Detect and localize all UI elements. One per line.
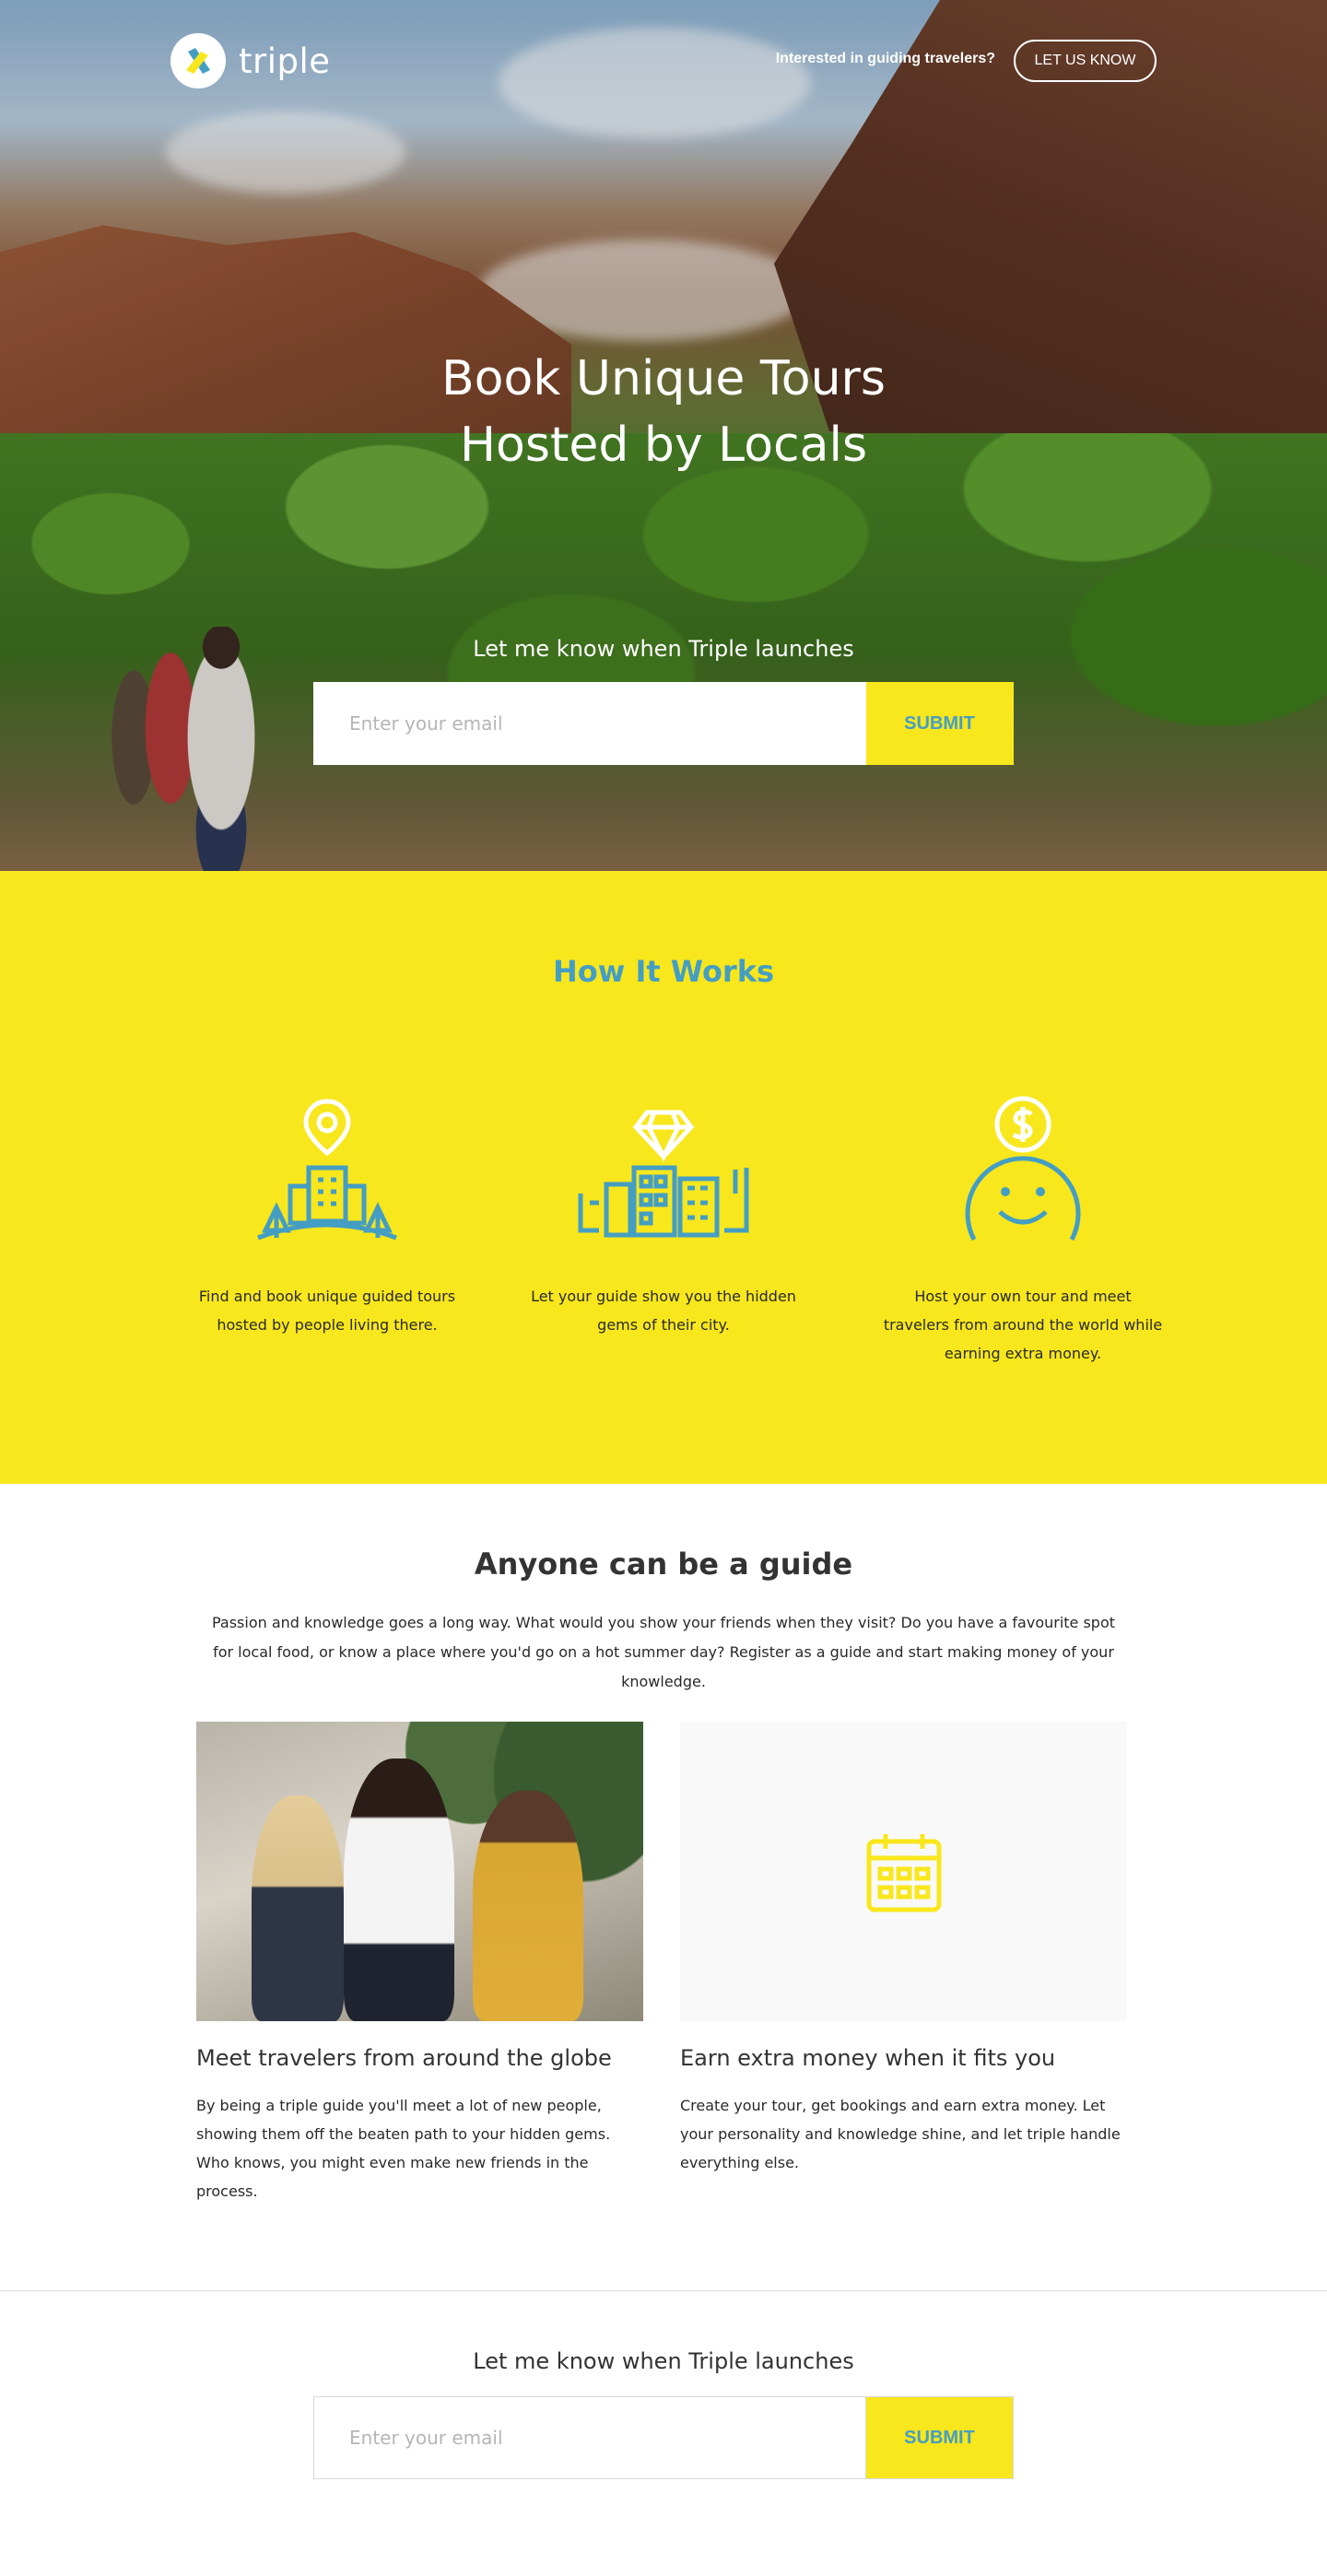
- step-find-tours-text: Find and book unique guided tours hosted…: [198, 1288, 456, 1334]
- logo-icon: [170, 33, 226, 88]
- step-guide-shows-text: Let your guide show you the hidden gems …: [531, 1288, 796, 1334]
- how-it-works-title: How It Works: [552, 954, 775, 989]
- smiley-dollar-icon: [965, 1096, 1081, 1241]
- step-find-tours: Find and book unique guided tours hosted…: [184, 1092, 470, 1339]
- hero-email-input[interactable]: [313, 682, 866, 765]
- become-guide-section: Anyone can be a guide Passion and knowle…: [0, 1484, 1327, 2290]
- card-earn-money: Earn extra money when it fits you Create…: [680, 1722, 1127, 2177]
- let-us-know-button[interactable]: LET US KNOW: [1014, 40, 1157, 82]
- bottom-signup-form: SUBMIT: [313, 2396, 1014, 2479]
- hero-signup-label: Let me know when Triple launches: [473, 636, 854, 662]
- guide-section-intro: Passion and knowledge goes a long way. W…: [211, 1614, 1116, 1690]
- travelers-photo: [196, 1722, 643, 2021]
- guide-section-title: Anyone can be a guide: [474, 1547, 853, 1582]
- card-meet-travelers-title: Meet travelers from around the globe: [196, 2045, 612, 2071]
- card-meet-travelers-text: By being a triple guide you'll meet a lo…: [196, 2097, 611, 2200]
- step-host-tour-text: Host your own tour and meet travelers fr…: [883, 1288, 1163, 1362]
- site-header: triple Interested in guiding travelers? …: [170, 33, 1157, 88]
- bottom-submit-button[interactable]: SUBMIT: [866, 2396, 1014, 2479]
- logo-wordmark: triple: [239, 41, 331, 81]
- hero-title-line1: Book Unique Tours: [440, 351, 887, 406]
- step-guide-shows: Let your guide show you the hidden gems …: [521, 1092, 806, 1339]
- card-earn-money-text: Create your tour, get bookings and earn …: [680, 2097, 1121, 2171]
- how-it-works-section: How It Works Find and book unique guided…: [0, 871, 1327, 1484]
- calendar-image-placeholder: [680, 1722, 1127, 2021]
- step-host-tour: Host your own tour and meet travelers fr…: [880, 1092, 1166, 1368]
- guide-prompt-text: Interested in guiding travelers?: [775, 51, 995, 66]
- hero-section: triple Interested in guiding travelers? …: [0, 0, 1327, 871]
- hero-title: Book Unique Tours Hosted by Locals: [0, 346, 1327, 478]
- city-location-pin-icon: [257, 1099, 397, 1241]
- hero-submit-button[interactable]: SUBMIT: [866, 682, 1014, 765]
- hero-signup-form: SUBMIT: [313, 682, 1014, 765]
- bottom-email-input[interactable]: [313, 2396, 866, 2479]
- logo-link[interactable]: triple: [170, 33, 331, 88]
- card-earn-money-title: Earn extra money when it fits you: [680, 2045, 1056, 2071]
- bottom-signup-section: Let me know when Triple launches SUBMIT: [0, 2291, 1327, 2576]
- card-meet-travelers: Meet travelers from around the globe By …: [196, 1722, 643, 2205]
- diamond-city-icon: [578, 1110, 749, 1238]
- bottom-signup-label: Let me know when Triple launches: [473, 2348, 854, 2374]
- calendar-icon: [866, 1833, 941, 1911]
- hero-title-line2: Hosted by Locals: [459, 418, 868, 473]
